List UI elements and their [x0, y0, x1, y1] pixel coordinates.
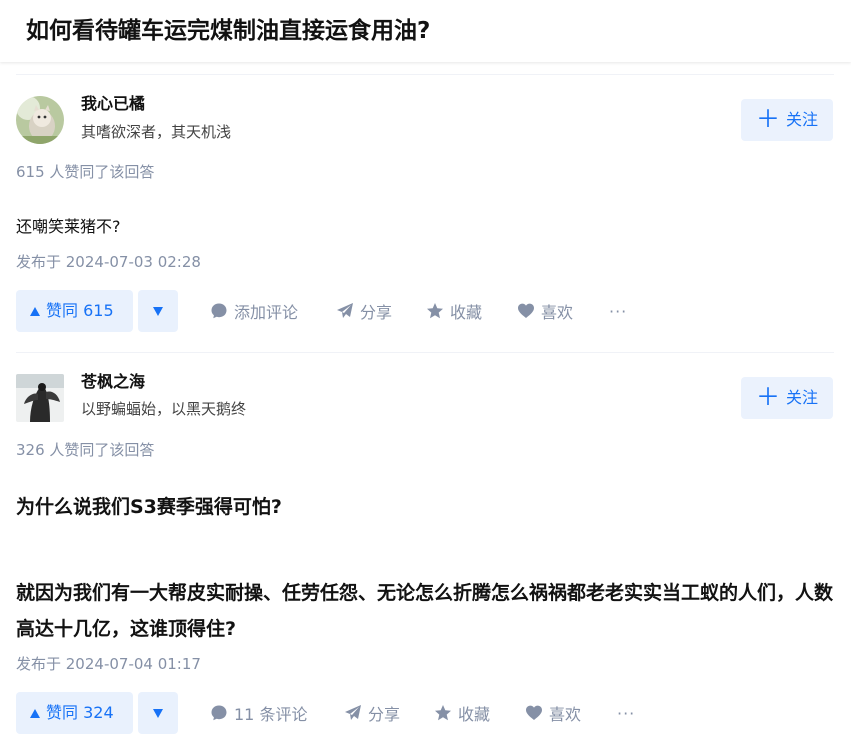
vote-down-button[interactable]: [138, 290, 178, 332]
avatar[interactable]: [16, 96, 64, 144]
divider: [16, 74, 834, 75]
paper-plane-icon: [337, 303, 353, 318]
author-name[interactable]: 苍枫之海: [81, 370, 145, 394]
heart-icon: [526, 705, 542, 720]
share-button[interactable]: 分享: [344, 692, 400, 734]
share-label: 分享: [368, 705, 401, 724]
heart-icon: [518, 303, 534, 318]
vote-label: 赞同 615: [46, 301, 114, 320]
triangle-down-icon: [153, 306, 163, 316]
collect-button[interactable]: 收藏: [426, 290, 482, 332]
triangle-up-icon: [30, 306, 40, 316]
action-bar: 赞同 324 11 条评论 分享 收藏 喜欢 ···: [16, 692, 836, 734]
follow-label: 关注: [785, 110, 818, 129]
collect-label: 收藏: [450, 303, 483, 322]
plus-icon: ＋: [755, 105, 780, 133]
comment-button[interactable]: 添加评论: [210, 290, 298, 332]
avatar[interactable]: [16, 374, 64, 422]
answer-content: 为什么说我们S3赛季强得可怕?: [16, 489, 836, 525]
triangle-down-icon: [153, 708, 163, 718]
question-header: 如何看待罐车运完煤制油直接运食用油?: [0, 0, 851, 62]
publish-time[interactable]: 发布于 2024-07-04 01:17: [16, 652, 201, 676]
comment-bubble-icon: [211, 705, 227, 721]
answer-content: 还嘲笑莱猪不?: [16, 214, 836, 240]
more-button[interactable]: ···: [609, 290, 627, 332]
content-paragraph: 为什么说我们S3赛季强得可怕?: [16, 496, 282, 518]
comment-button[interactable]: 11 条评论: [210, 692, 307, 734]
like-button[interactable]: 喜欢: [525, 692, 581, 734]
collect-button[interactable]: 收藏: [434, 692, 490, 734]
more-button[interactable]: ···: [617, 692, 635, 734]
share-button[interactable]: 分享: [336, 290, 392, 332]
answer-content: 就因为我们有一大帮皮实耐操、任劳任怨、无论怎么折腾怎么祸祸都老老实实当工蚁的人们…: [16, 575, 836, 647]
follow-button[interactable]: ＋ 关注: [741, 99, 833, 141]
follow-label: 关注: [785, 388, 818, 407]
vote-up-button[interactable]: 赞同 615: [16, 290, 133, 332]
action-bar: 赞同 615 添加评论 分享 收藏 喜欢 ···: [16, 290, 836, 332]
like-label: 喜欢: [541, 303, 574, 322]
content-paragraph: 就因为我们有一大帮皮实耐操、任劳任怨、无论怎么折腾怎么祸祸都老老实实当工蚁的人们…: [16, 582, 834, 640]
comment-label: 添加评论: [234, 303, 299, 322]
question-title[interactable]: 如何看待罐车运完煤制油直接运食用油?: [26, 13, 430, 49]
like-label: 喜欢: [549, 705, 582, 724]
plus-icon: ＋: [755, 383, 780, 411]
author-bio: 以野蝙蝠始，以黑天鹅终: [81, 400, 247, 418]
divider: [16, 352, 834, 353]
share-label: 分享: [360, 303, 393, 322]
avatar-image: [16, 96, 64, 144]
author-name[interactable]: 我心已橘: [81, 92, 145, 116]
vote-up-button[interactable]: 赞同 324: [16, 692, 133, 734]
like-button[interactable]: 喜欢: [517, 290, 573, 332]
vote-meta: 615 人赞同了该回答: [16, 163, 155, 181]
paper-plane-icon: [345, 705, 361, 720]
star-icon: [427, 303, 443, 319]
vote-down-button[interactable]: [138, 692, 178, 734]
comment-label: 11 条评论: [234, 705, 308, 724]
star-icon: [435, 705, 451, 721]
vote-meta: 326 人赞同了该回答: [16, 441, 155, 459]
content-paragraph: 还嘲笑莱猪不?: [16, 217, 121, 236]
publish-time[interactable]: 发布于 2024-07-03 02:28: [16, 250, 201, 274]
author-bio: 其嗜欲深者，其天机浅: [81, 123, 232, 141]
triangle-up-icon: [30, 708, 40, 718]
collect-label: 收藏: [458, 705, 491, 724]
follow-button[interactable]: ＋ 关注: [741, 377, 833, 419]
comment-bubble-icon: [211, 303, 227, 319]
avatar-image: [16, 374, 64, 422]
vote-label: 赞同 324: [46, 703, 114, 722]
